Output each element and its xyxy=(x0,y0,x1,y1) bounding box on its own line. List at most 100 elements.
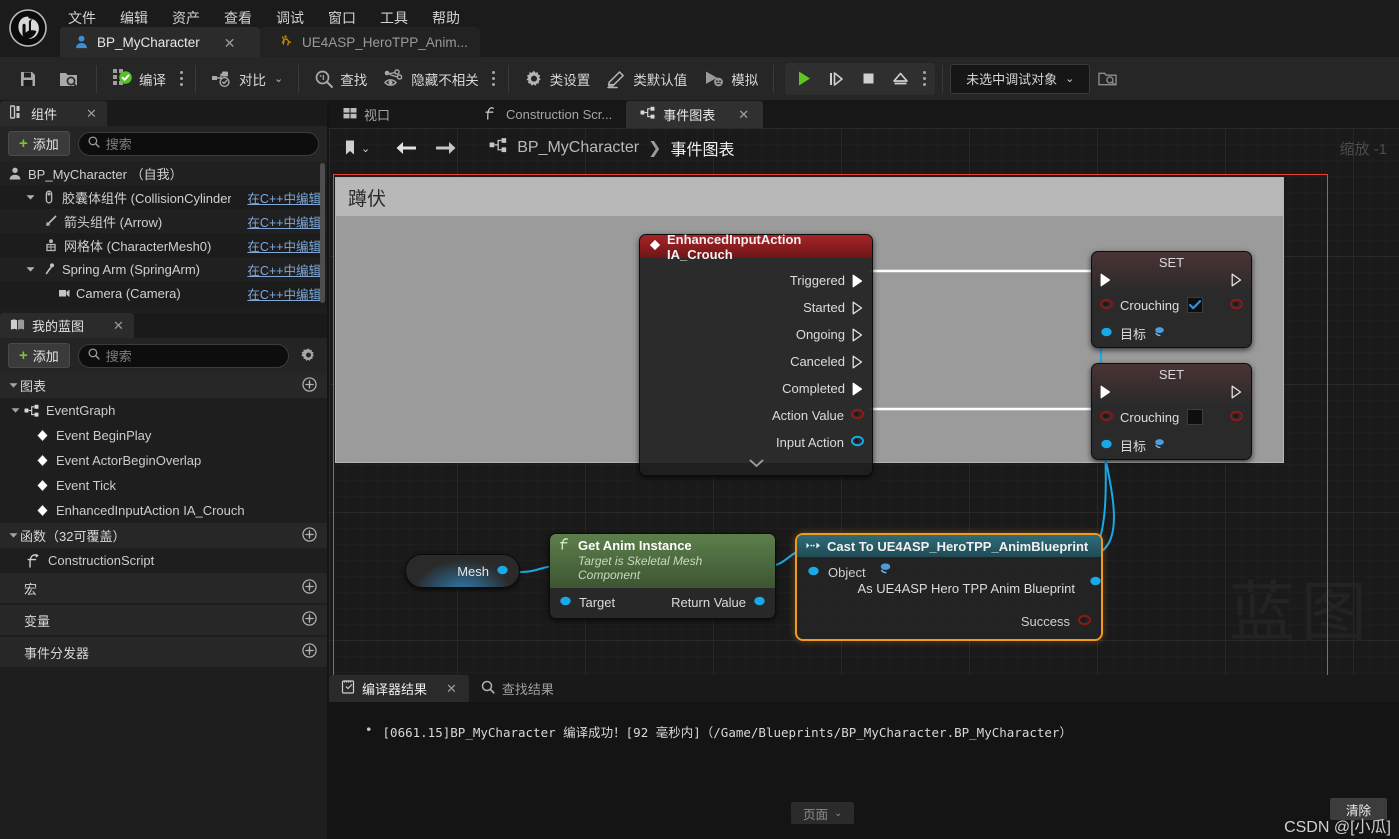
pin-input-action[interactable]: Input Action xyxy=(640,429,872,456)
chevron-down-icon[interactable] xyxy=(6,532,20,539)
component-row-camera[interactable]: Camera (Camera) 在C++中编辑 xyxy=(0,281,327,305)
gear-icon[interactable] xyxy=(297,345,319,367)
add-function-button[interactable] xyxy=(302,526,317,545)
exec-in-pin-icon[interactable] xyxy=(1100,273,1112,287)
add-event-dispatcher-button[interactable] xyxy=(302,643,317,661)
pin-target[interactable]: Target xyxy=(559,595,615,610)
pin-completed[interactable]: Completed xyxy=(640,375,872,402)
pin-object[interactable]: Object xyxy=(807,565,1091,580)
eject-button[interactable] xyxy=(885,65,915,93)
chevron-down-icon[interactable] xyxy=(8,407,22,414)
step-button[interactable] xyxy=(821,65,851,93)
tab-compiler-results[interactable]: 编译器结果 ✕ xyxy=(329,675,469,702)
asset-tab-bp-mycharacter[interactable]: BP_MyCharacter ✕ xyxy=(60,27,260,58)
diff-button[interactable]: 对比 ⌄ xyxy=(203,63,291,95)
chevron-down-icon[interactable] xyxy=(24,266,36,273)
edit-in-cpp-link[interactable]: 在C++中编辑 xyxy=(237,236,321,255)
components-add-button[interactable]: + 添加 xyxy=(8,131,70,156)
mb-item-eventgraph[interactable]: EventGraph xyxy=(0,398,327,423)
close-icon[interactable]: ✕ xyxy=(86,106,97,122)
exec-in-pin-icon[interactable] xyxy=(1100,385,1112,399)
pin-crouching[interactable]: Crouching xyxy=(1092,291,1251,319)
tab-construction-script[interactable]: Construction Scr... xyxy=(470,101,626,128)
debug-object-selector[interactable]: 未选中调试对象 ⌄ xyxy=(950,63,1091,94)
node-get-anim-instance[interactable]: Get Anim Instance Target is Skeletal Mes… xyxy=(549,533,776,619)
mb-category-variables[interactable]: 变量 xyxy=(0,605,327,635)
play-options-kebab[interactable] xyxy=(917,66,931,92)
add-graph-button[interactable] xyxy=(302,376,317,395)
close-icon[interactable]: ✕ xyxy=(224,36,236,50)
close-icon[interactable]: ✕ xyxy=(738,107,749,123)
hide-unrelated-kebab[interactable] xyxy=(487,66,501,92)
exec-out-pin-icon[interactable] xyxy=(1231,385,1243,399)
mb-item-event-actorbeginoverlap[interactable]: Event ActorBeginOverlap xyxy=(0,448,327,473)
pin-triggered[interactable]: Triggered xyxy=(640,267,872,294)
compile-button[interactable]: 编译 xyxy=(104,63,174,95)
navigate-forward-button[interactable] xyxy=(433,137,461,159)
blueprint-graph-canvas[interactable]: 蓝图 蹲伏 EnhancedInputAction IA_Crouch Trig… xyxy=(329,128,1399,675)
pin-crouching[interactable]: Crouching xyxy=(1092,403,1251,431)
class-defaults-button[interactable]: 类默认值 xyxy=(598,63,695,95)
component-row-capsule[interactable]: 胶囊体组件 (CollisionCylinder) 在C++中编辑 xyxy=(0,185,327,209)
bool-out-pin-icon[interactable] xyxy=(1229,298,1244,313)
pin-started[interactable]: Started xyxy=(640,294,872,321)
tab-viewport[interactable]: 视口 xyxy=(329,101,404,128)
components-search-input[interactable]: 搜索 xyxy=(77,131,319,156)
tab-find-results[interactable]: 查找结果 xyxy=(469,675,566,702)
edit-in-cpp-link[interactable]: 在C++中编辑 xyxy=(237,212,321,231)
pin-target[interactable]: 目标 xyxy=(1092,319,1251,347)
compile-options-kebab[interactable] xyxy=(174,66,188,92)
close-icon[interactable]: ✕ xyxy=(113,318,124,334)
navigate-back-button[interactable] xyxy=(391,137,419,159)
tab-components[interactable]: 组件 ✕ xyxy=(0,101,107,126)
mb-category-functions[interactable]: 函数（32可覆盖） xyxy=(0,523,327,548)
mb-category-graphs[interactable]: 图表 xyxy=(0,373,327,398)
close-icon[interactable]: ✕ xyxy=(446,681,457,697)
edit-in-cpp-link[interactable]: 在C++中编辑 xyxy=(237,284,321,303)
find-button[interactable]: 查找 xyxy=(306,63,375,95)
pin-as-animblueprint[interactable] xyxy=(1089,575,1102,590)
pin-target[interactable]: 目标 xyxy=(1092,431,1251,459)
node-mesh-variable[interactable]: Mesh xyxy=(405,554,520,588)
component-row-mesh[interactable]: 网格体 (CharacterMesh0) 在C++中编辑 xyxy=(0,233,327,257)
debug-browse-button[interactable] xyxy=(1090,63,1125,95)
breadcrumb-root[interactable]: BP_MyCharacter xyxy=(517,139,639,157)
mb-item-event-beginplay[interactable]: Event BeginPlay xyxy=(0,423,327,448)
edit-in-cpp-link[interactable]: 在C++中编辑 xyxy=(237,188,321,207)
pin-action-value[interactable]: Action Value xyxy=(640,402,872,429)
component-row-springarm[interactable]: Spring Arm (SpringArm) 在C++中编辑 xyxy=(0,257,327,281)
save-button[interactable] xyxy=(8,63,48,95)
crouching-checkbox[interactable] xyxy=(1187,297,1204,313)
object-out-pin-icon[interactable] xyxy=(496,564,509,579)
myblueprint-search-input[interactable]: 搜索 xyxy=(77,343,289,368)
exec-out-pin-icon[interactable] xyxy=(1231,273,1243,287)
tab-my-blueprint[interactable]: 我的蓝图 ✕ xyxy=(0,313,134,338)
simulate-button[interactable]: 模拟 xyxy=(695,63,766,95)
components-scrollbar[interactable] xyxy=(320,163,325,303)
node-cast-to-animblueprint[interactable]: Cast To UE4ASP_HeroTPP_AnimBlueprint Obj… xyxy=(795,533,1103,641)
pin-canceled[interactable]: Canceled xyxy=(640,348,872,375)
mb-item-constructionscript[interactable]: ConstructionScript xyxy=(0,548,327,573)
node-set-crouching-true[interactable]: SET Crouching 目标 xyxy=(1091,251,1252,348)
compiler-message-row[interactable]: • [0661.15]BP_MyCharacter 编译成功！[92 毫秒内]（… xyxy=(365,722,1399,741)
chevron-down-icon[interactable] xyxy=(24,194,36,201)
myblueprint-add-button[interactable]: + 添加 xyxy=(8,343,70,368)
page-selector[interactable]: 页面 ⌄ xyxy=(791,802,855,824)
unreal-engine-logo-icon[interactable] xyxy=(0,0,56,56)
bookmark-button[interactable]: ⌄ xyxy=(341,136,373,160)
component-row-self[interactable]: BP_MyCharacter （自我） xyxy=(0,161,327,185)
add-variable-button[interactable] xyxy=(302,611,317,629)
bool-out-pin-icon[interactable] xyxy=(1229,410,1244,425)
chevron-down-icon[interactable] xyxy=(6,382,20,389)
browse-to-asset-button[interactable] xyxy=(48,63,89,95)
node-set-crouching-false[interactable]: SET Crouching 目标 xyxy=(1091,363,1252,460)
mb-item-event-tick[interactable]: Event Tick xyxy=(0,473,327,498)
node-enhanced-input-action[interactable]: EnhancedInputAction IA_Crouch Triggered … xyxy=(639,232,873,476)
pin-ongoing[interactable]: Ongoing xyxy=(640,321,872,348)
asset-tab-ue4asp-anim[interactable]: UE4ASP_HeroTPP_Anim... xyxy=(260,27,480,58)
crouching-checkbox[interactable] xyxy=(1187,409,1204,425)
add-macro-button[interactable] xyxy=(302,579,317,597)
pin-success[interactable]: Success xyxy=(807,614,1092,629)
tab-event-graph[interactable]: 事件图表 ✕ xyxy=(626,101,764,128)
hide-unrelated-button[interactable]: 隐藏不相关 xyxy=(375,63,487,95)
